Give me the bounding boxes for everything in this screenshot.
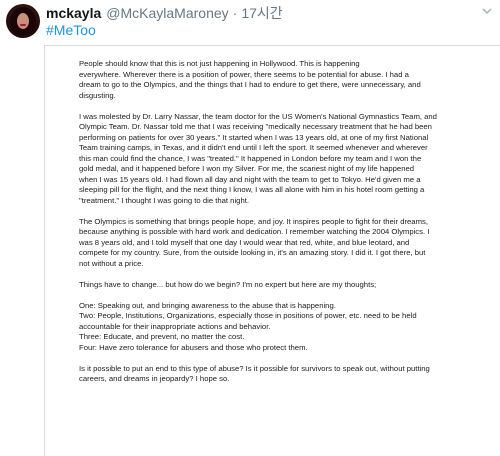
statement-line: sleeping pill for the flight, and the ne… <box>79 185 425 194</box>
statement-line: Three: Educate, and prevent, no matter t… <box>79 332 245 341</box>
statement-line: not without a price. <box>79 258 144 268</box>
statement-paragraph: Is it possible to put an end to this typ… <box>79 364 489 385</box>
statement-line: Olympic Team. Dr. Nassar told me that I … <box>79 122 432 131</box>
statement-line: Things have to change... but how do we b… <box>79 279 377 289</box>
statement-line: Two: People, Institutions, Organizations… <box>79 311 417 320</box>
statement-line: everywhere. Wherever there is a position… <box>79 69 409 79</box>
statement-paragraph: I was molested by Dr. Larry Nassar, the … <box>79 112 489 207</box>
separator-dot: · <box>232 5 238 21</box>
statement-paragraph: One: Speaking out, and bringing awarenes… <box>79 301 489 354</box>
statement-line: Four: Have zero tolerance for abusers an… <box>79 342 308 352</box>
statement-line: was 8 years old, and I told myself that … <box>79 237 410 247</box>
statement-line: I was molested by Dr. Larry Nassar, the … <box>79 111 437 121</box>
statement-document: People should know that this is not just… <box>79 59 489 395</box>
avatar-lips <box>20 24 26 26</box>
statement-line: Is it possible to put an end to this typ… <box>79 363 430 373</box>
avatar-face <box>17 13 29 29</box>
statement-line: Team training camps, in Texas, and it di… <box>79 143 428 152</box>
statement-line: when I was 15 years old. I had flown all… <box>79 174 421 184</box>
hashtag-link[interactable]: #MeToo <box>46 22 96 38</box>
chevron-down-icon[interactable] <box>480 4 494 18</box>
statement-line: performing on patients for over 30 years… <box>79 132 429 142</box>
statement-line: this man could find the chance, I was "t… <box>79 153 422 163</box>
statement-line: compete for my country. Sure, from the o… <box>79 248 426 257</box>
statement-paragraph: The Olympics is something that brings pe… <box>79 217 489 270</box>
statement-line: gold medal, and it happened before I won… <box>79 164 415 173</box>
tweet-timestamp[interactable]: 17시간 <box>241 3 282 23</box>
statement-line: because anything is possible with hard w… <box>79 227 430 236</box>
statement-line: The Olympics is something that brings pe… <box>79 216 428 226</box>
statement-line: One: Speaking out, and bringing awarenes… <box>79 300 336 310</box>
statement-line: disgusting. <box>79 90 116 100</box>
attached-statement-image[interactable]: People should know that this is not just… <box>44 45 500 456</box>
avatar[interactable] <box>6 4 40 38</box>
statement-line: accountable for their inappropriate acti… <box>79 321 271 331</box>
statement-paragraph: Things have to change... but how do we b… <box>79 280 489 291</box>
user-handle[interactable]: @McKaylaMaroney <box>106 5 228 21</box>
statement-line: dream to go to the Olympics, and the thi… <box>79 80 421 89</box>
author-row: mckayla @McKaylaMaroney · 17시간 <box>46 4 283 22</box>
statement-line: "treatment." I thought I was going to di… <box>79 195 249 205</box>
statement-line: People should know that this is not just… <box>79 59 360 68</box>
tweet-header: mckayla @McKaylaMaroney · 17시간 #MeToo <box>0 0 500 50</box>
statement-line: careers, and dreams in jeopardy? I hope … <box>79 374 230 383</box>
display-name[interactable]: mckayla <box>46 5 101 21</box>
statement-paragraph: People should know that this is not just… <box>79 59 489 101</box>
